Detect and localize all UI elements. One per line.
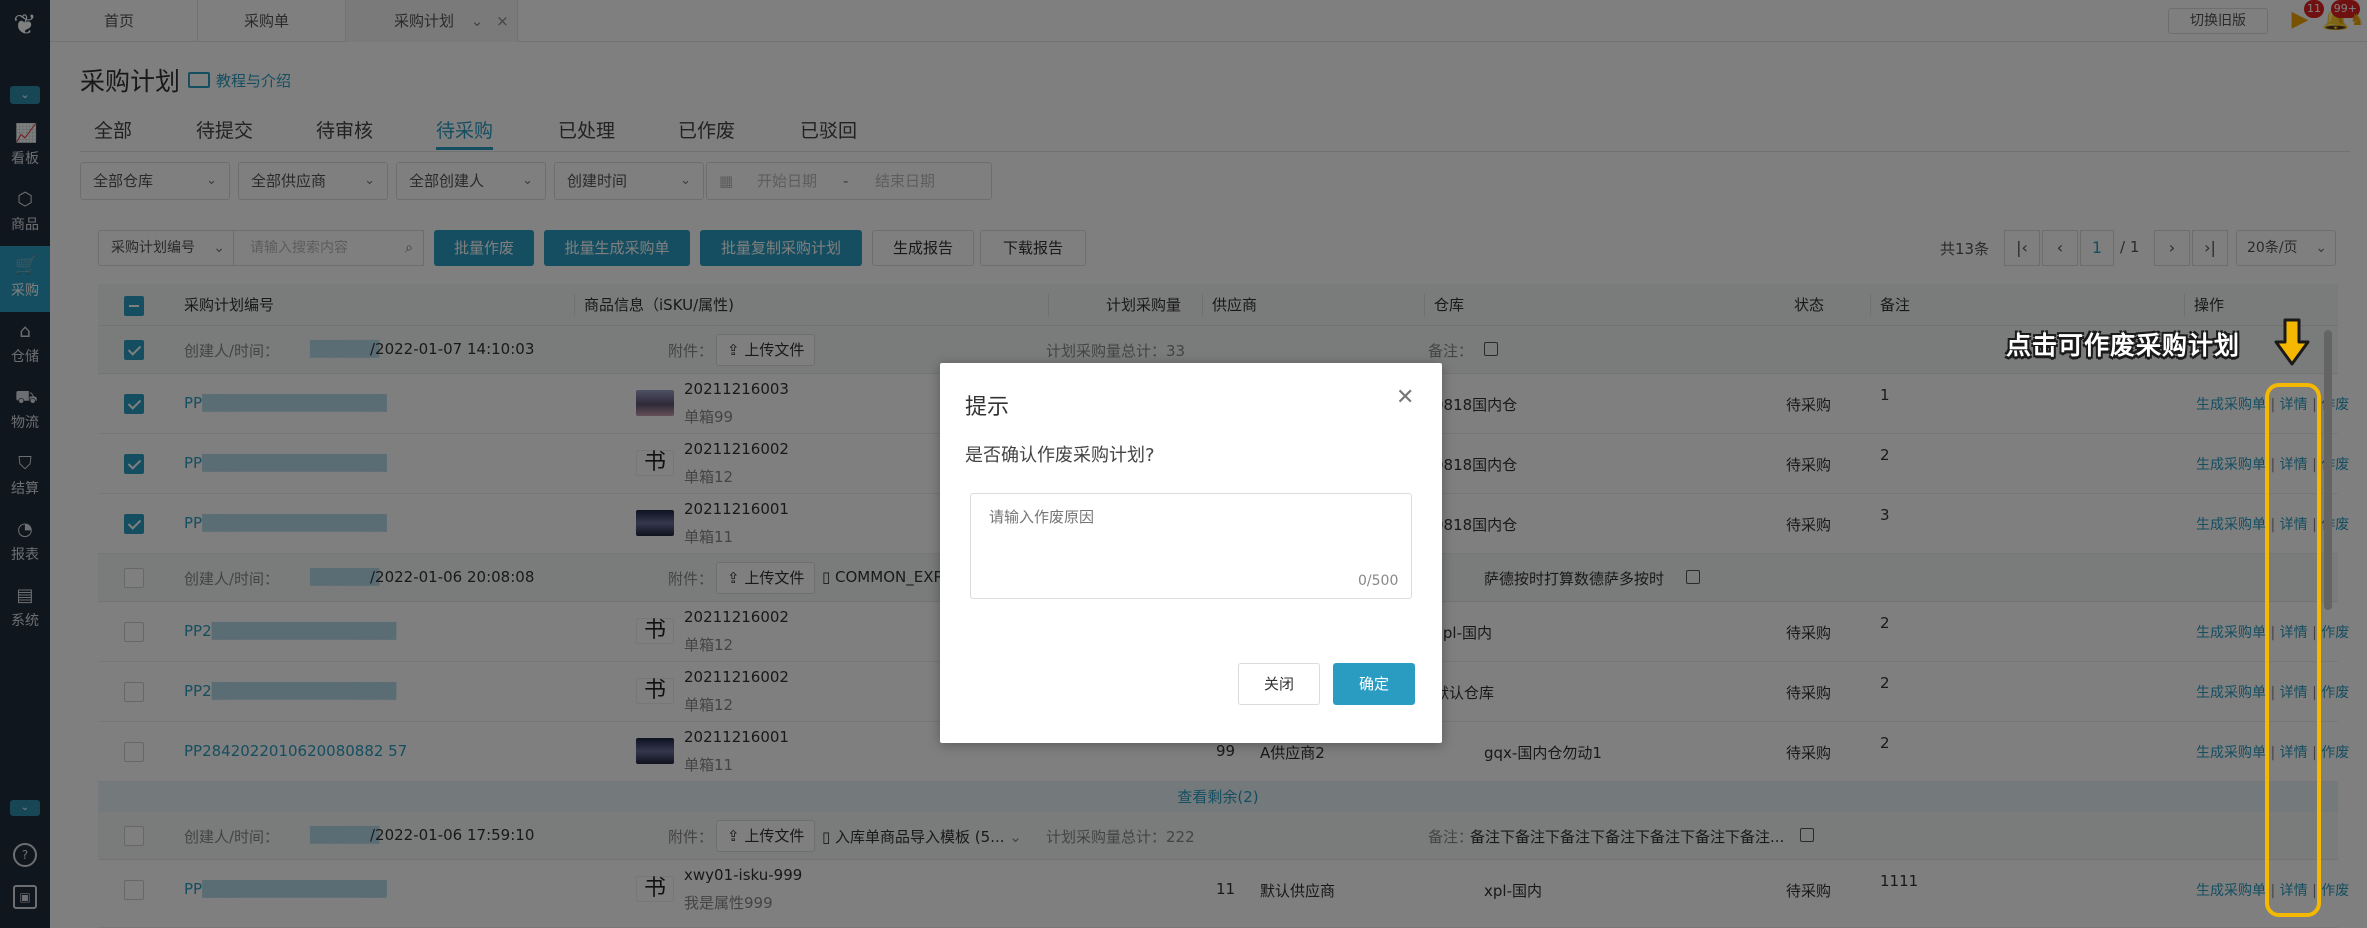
close-button[interactable]: 关闭: [1238, 663, 1320, 705]
confirm-button[interactable]: 确定: [1333, 663, 1415, 705]
annotation-highlight-box: [2265, 383, 2321, 917]
void-reason-textarea[interactable]: [970, 493, 1412, 599]
char-counter: 0/500: [1358, 573, 1399, 589]
confirm-void-dialog: 提示 ✕ 是否确认作废采购计划? 0/500 关闭 确定: [940, 363, 1442, 743]
annotation-text: 点击可作废采购计划: [2006, 331, 2241, 360]
dialog-title: 提示: [965, 395, 1010, 420]
close-icon[interactable]: ✕: [1396, 385, 1414, 410]
dialog-message: 是否确认作废采购计划?: [965, 445, 1155, 466]
arrow-down-icon: [2274, 318, 2310, 366]
